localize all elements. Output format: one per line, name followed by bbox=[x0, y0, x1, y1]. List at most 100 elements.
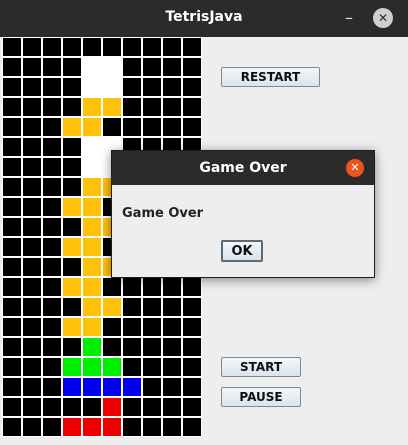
board-cell bbox=[122, 117, 142, 137]
board-cell bbox=[42, 357, 62, 377]
board-cell bbox=[22, 197, 42, 217]
board-cell bbox=[62, 397, 82, 417]
close-icon[interactable]: ✕ bbox=[373, 8, 393, 28]
board-cell bbox=[142, 57, 162, 77]
board-cell bbox=[42, 237, 62, 257]
board-cell bbox=[182, 377, 202, 397]
board-cell bbox=[162, 277, 182, 297]
board-cell bbox=[2, 417, 22, 437]
board-cell bbox=[162, 117, 182, 137]
board-block bbox=[82, 57, 102, 77]
board-cell bbox=[2, 157, 22, 177]
board-cell bbox=[22, 337, 42, 357]
board-cell bbox=[82, 397, 102, 417]
board-cell bbox=[42, 257, 62, 277]
board-cell bbox=[142, 337, 162, 357]
board-cell bbox=[42, 77, 62, 97]
minimize-icon[interactable]: – bbox=[339, 8, 359, 28]
board-cell bbox=[2, 117, 22, 137]
board-block bbox=[102, 377, 122, 397]
board-cell bbox=[42, 317, 62, 337]
board-cell bbox=[62, 157, 82, 177]
board-cell bbox=[142, 357, 162, 377]
board-cell bbox=[2, 397, 22, 417]
board-block bbox=[102, 397, 122, 417]
board-cell bbox=[22, 237, 42, 257]
board-cell bbox=[162, 357, 182, 377]
board-cell bbox=[122, 297, 142, 317]
board-cell bbox=[122, 357, 142, 377]
board-cell bbox=[42, 417, 62, 437]
board-cell bbox=[42, 217, 62, 237]
board-cell bbox=[162, 57, 182, 77]
board-cell bbox=[142, 97, 162, 117]
board-block bbox=[82, 157, 102, 177]
board-cell bbox=[2, 237, 22, 257]
board-cell bbox=[162, 77, 182, 97]
board-block bbox=[82, 257, 102, 277]
dialog-title-bar: Game Over ✕ bbox=[112, 151, 374, 185]
board-cell bbox=[2, 277, 22, 297]
board-cell bbox=[42, 157, 62, 177]
board-cell bbox=[62, 337, 82, 357]
board-cell bbox=[22, 357, 42, 377]
board-cell bbox=[122, 417, 142, 437]
pause-button[interactable]: PAUSE bbox=[221, 387, 301, 407]
board-cell bbox=[22, 77, 42, 97]
board-cell bbox=[122, 77, 142, 97]
board-block bbox=[102, 97, 122, 117]
board-cell bbox=[182, 317, 202, 337]
board-cell bbox=[122, 37, 142, 57]
board-cell bbox=[22, 177, 42, 197]
board-cell bbox=[162, 337, 182, 357]
board-cell bbox=[162, 297, 182, 317]
board-cell bbox=[2, 377, 22, 397]
board-cell bbox=[2, 357, 22, 377]
board-cell bbox=[182, 297, 202, 317]
board-cell bbox=[22, 37, 42, 57]
board-cell bbox=[122, 97, 142, 117]
board-block bbox=[102, 77, 122, 97]
board-block bbox=[62, 317, 82, 337]
board-block bbox=[62, 357, 82, 377]
board-cell bbox=[42, 197, 62, 217]
board-cell bbox=[2, 297, 22, 317]
board-cell bbox=[122, 277, 142, 297]
board-cell bbox=[22, 317, 42, 337]
board-cell bbox=[2, 177, 22, 197]
board-cell bbox=[62, 97, 82, 117]
board-cell bbox=[2, 97, 22, 117]
start-button[interactable]: START bbox=[221, 357, 301, 377]
board-cell bbox=[162, 397, 182, 417]
board-cell bbox=[62, 37, 82, 57]
board-cell bbox=[42, 177, 62, 197]
board-cell bbox=[142, 417, 162, 437]
board-cell bbox=[2, 317, 22, 337]
dialog-close-icon[interactable]: ✕ bbox=[346, 159, 364, 177]
board-cell bbox=[102, 337, 122, 357]
board-cell bbox=[182, 37, 202, 57]
board-cell bbox=[2, 337, 22, 357]
board-block bbox=[82, 417, 102, 437]
board-cell bbox=[182, 57, 202, 77]
board-block bbox=[82, 177, 102, 197]
board-cell bbox=[22, 217, 42, 237]
board-cell bbox=[22, 417, 42, 437]
board-cell bbox=[182, 117, 202, 137]
main-window: TetrisJava – ✕ RESTART START PAUSE Game … bbox=[0, 0, 408, 445]
board-cell bbox=[102, 317, 122, 337]
board-cell bbox=[162, 317, 182, 337]
board-block bbox=[62, 237, 82, 257]
ok-button[interactable]: OK bbox=[221, 240, 263, 262]
board-block bbox=[102, 357, 122, 377]
board-cell bbox=[42, 397, 62, 417]
board-cell bbox=[42, 377, 62, 397]
board-cell bbox=[182, 397, 202, 417]
board-block bbox=[82, 97, 102, 117]
board-block bbox=[62, 377, 82, 397]
board-cell bbox=[82, 37, 102, 57]
board-cell bbox=[62, 177, 82, 197]
restart-button[interactable]: RESTART bbox=[221, 67, 320, 87]
board-cell bbox=[42, 137, 62, 157]
board-block bbox=[122, 377, 142, 397]
